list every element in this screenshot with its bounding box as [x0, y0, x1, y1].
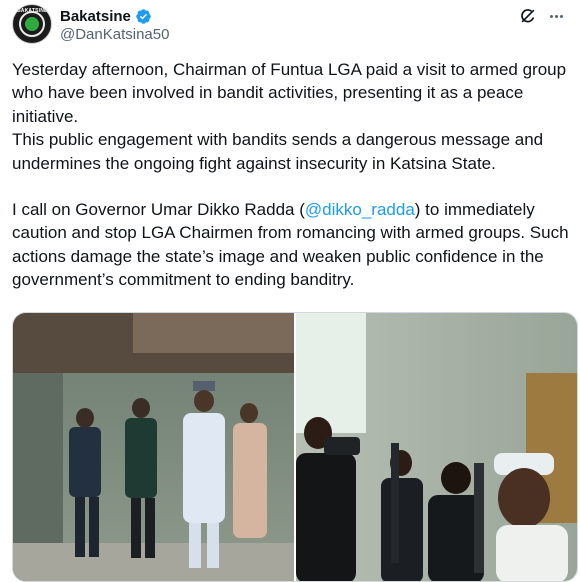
tweet-text: Yesterday afternoon, Chairman of Funtua …: [12, 58, 578, 292]
tweet-paragraph-1: Yesterday afternoon, Chairman of Funtua …: [12, 60, 567, 126]
display-name[interactable]: Bakatsine: [60, 8, 131, 25]
avatar[interactable]: BAKATSINE: [12, 4, 52, 44]
grok-icon[interactable]: [518, 6, 538, 26]
photo-1[interactable]: [13, 313, 294, 581]
tweet-paragraph-2: This public engagement with bandits send…: [12, 130, 544, 173]
photo-2[interactable]: [296, 313, 577, 581]
photo-2-image: [296, 313, 577, 581]
handle[interactable]: @DanKatsina50: [60, 26, 169, 43]
mention-link[interactable]: @dikko_radda: [305, 200, 415, 219]
tweet-header: BAKATSINE Bakatsine @DanKatsina50: [12, 4, 568, 48]
verified-badge-icon: [136, 8, 151, 24]
avatar-core: [25, 17, 39, 31]
name-row: Bakatsine: [60, 6, 152, 26]
tweet-paragraph-3-start: I call on Governor Umar Dikko Radda (: [12, 200, 305, 220]
tweet-paragraph-3: I call on Governor Umar Dikko Radda (@di…: [12, 198, 578, 292]
media-grid: [12, 312, 578, 582]
photo-1-image: [13, 313, 294, 581]
more-options-icon[interactable]: [546, 6, 566, 26]
